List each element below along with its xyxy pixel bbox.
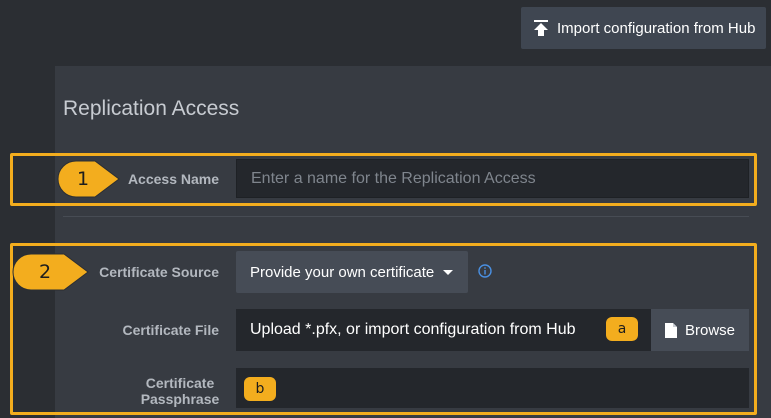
certificate-passphrase-label-line2: Passphrase <box>140 391 220 407</box>
certificate-source-selected: Provide your own certificate <box>250 263 435 281</box>
browse-label: Browse <box>685 321 736 339</box>
certificate-passphrase-label: Certificate Passphrase <box>120 375 240 407</box>
callout-badge-2: 2 <box>12 253 90 291</box>
import-configuration-button[interactable]: Import configuration from Hub <box>521 7 766 49</box>
callout-number-1: 1 <box>77 168 90 190</box>
callout-badge-b: b <box>244 377 276 401</box>
access-name-label: Access Name <box>127 171 219 187</box>
panel-title: Replication Access <box>63 97 240 120</box>
certificate-file-value: Upload *.pfx, or import configuration fr… <box>250 321 576 338</box>
callout-letter-a: a <box>617 321 627 337</box>
page: Import configuration from Hub Replicatio… <box>0 0 771 418</box>
access-name-input[interactable]: Enter a name for the Replication Access <box>236 159 749 198</box>
upload-icon <box>533 19 549 37</box>
callout-number-2: 2 <box>39 261 52 283</box>
certificate-file-input[interactable]: Upload *.pfx, or import configuration fr… <box>236 309 651 351</box>
document-icon <box>665 322 677 338</box>
browse-button[interactable]: Browse <box>651 309 749 351</box>
callout-letter-b: b <box>255 381 265 397</box>
certificate-passphrase-input[interactable] <box>236 368 749 408</box>
import-configuration-label: Import configuration from Hub <box>557 19 756 37</box>
certificate-file-label: Certificate File <box>122 322 219 338</box>
certificate-source-dropdown[interactable]: Provide your own certificate <box>236 251 468 293</box>
certificate-source-label: Certificate Source <box>99 264 219 280</box>
callout-badge-a: a <box>606 317 638 341</box>
info-icon[interactable] <box>478 264 492 278</box>
chevron-down-icon <box>443 270 453 275</box>
access-name-placeholder: Enter a name for the Replication Access <box>251 169 536 187</box>
certificate-passphrase-label-line1: Certificate <box>145 375 215 391</box>
section-divider <box>63 216 749 217</box>
